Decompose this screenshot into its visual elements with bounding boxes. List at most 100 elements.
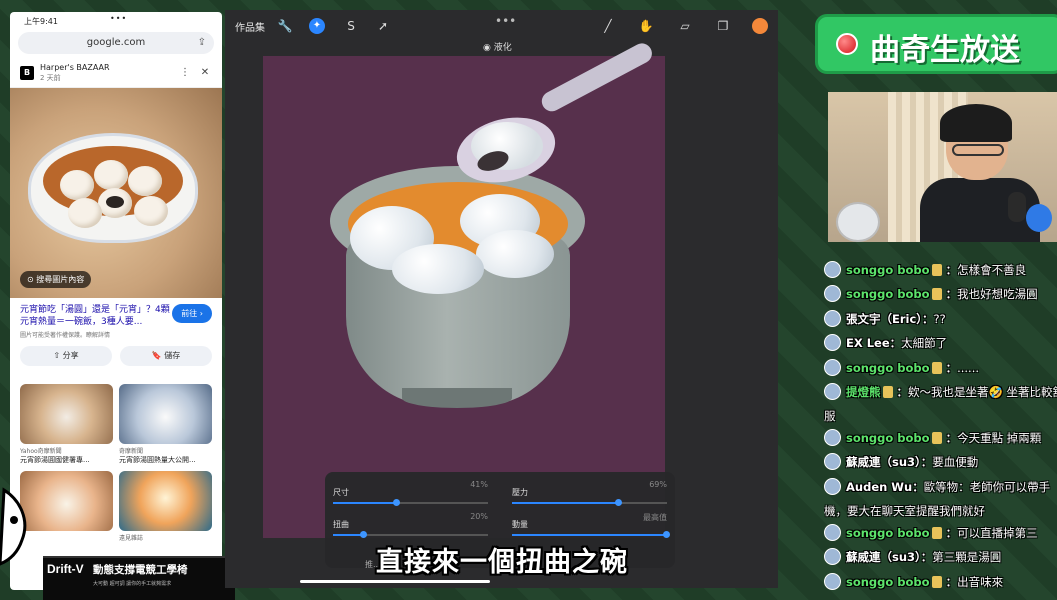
brush-icon[interactable]: ╱ <box>600 18 616 34</box>
visit-button[interactable]: 前往 › <box>172 304 212 323</box>
status-time: 上午9:41 <box>24 17 58 26</box>
share-icon[interactable]: ⇪ <box>198 32 206 54</box>
smudge-icon[interactable]: ✋ <box>638 18 654 34</box>
result-thumb <box>20 384 113 444</box>
source-age: 2 天前 <box>40 73 61 82</box>
microphone <box>1008 192 1026 222</box>
chat-message: 蘇威連（su3）：第三顆是湯圓 <box>824 545 1057 569</box>
share-button[interactable]: ⇧ 分享 <box>20 346 112 366</box>
chat-username: songgo bobo <box>846 287 930 302</box>
chat-text: 要血便動 <box>932 455 979 470</box>
more-vert-icon[interactable]: ⋮ <box>178 67 192 78</box>
chat-separator: ： <box>922 311 934 326</box>
eraser-icon[interactable]: ▱ <box>677 18 693 34</box>
live-record-icon <box>836 33 858 55</box>
chat-username: songgo bobo <box>846 574 930 589</box>
chat-separator: ： <box>945 525 958 540</box>
chat-text: 我也好想吃湯圓 <box>957 287 1038 302</box>
result-source: 遠見雜誌 <box>119 535 144 542</box>
stream-screen: 上午9:41 ••• google.com ⇪ B Harper's BAZAA… <box>0 0 1057 600</box>
color-swatch[interactable] <box>752 18 768 34</box>
slider-label: 扭曲 <box>333 520 349 529</box>
chat-username: 提燈熊 <box>846 384 881 399</box>
chat-separator: ： <box>945 263 958 277</box>
chat-username: 張文宇（Eric） <box>846 311 923 326</box>
slider-value: 69% <box>649 480 667 489</box>
avatar <box>824 358 841 376</box>
avatar <box>824 428 841 446</box>
member-badge-icon <box>931 526 942 539</box>
chat-separator: ： <box>945 287 958 302</box>
source-info: Harper's BAZAAR 2 天前 <box>40 63 172 83</box>
avatar <box>824 572 841 590</box>
slider-value: 20% <box>470 512 488 521</box>
wrench-icon[interactable]: 🔧 <box>277 18 293 34</box>
size-slider[interactable]: 尺寸 41% <box>333 480 488 506</box>
procreate-toolbar: 作品集 🔧 ✦ S ➚ ••• ╱ ✋ ▱ ❐ <box>225 10 778 42</box>
related-results: Yahoo奇摩新聞 元宵節湯圓國健署專... 奇摩新聞 元宵節湯圓熱量大公開..… <box>10 370 222 542</box>
chat-message: 張文宇（Eric）：?? <box>824 307 1057 331</box>
result-thumb <box>119 384 212 444</box>
layers-icon[interactable]: ❐ <box>715 18 731 34</box>
member-badge-icon <box>931 575 942 588</box>
result-caption: 元宵節湯圓國健署專... <box>20 456 90 464</box>
chat-separator: ： <box>945 574 958 589</box>
adjustments-wand-icon[interactable]: ✦ <box>309 18 325 34</box>
member-badge-icon <box>882 385 893 398</box>
drawing-canvas[interactable] <box>263 39 665 538</box>
source-logo: B <box>20 65 34 80</box>
chat-separator: ： <box>896 384 909 399</box>
chat-separator: ： <box>889 336 902 351</box>
more-dots[interactable]: ••• <box>495 14 516 28</box>
chat-username: 蘇威連（su3） <box>846 455 921 470</box>
webcam-feed <box>828 92 1057 242</box>
slider-value: 最高值 <box>643 513 667 522</box>
chat-text: 怎樣會不善良 <box>957 263 1027 277</box>
ad-sub: 大可動 超可調 讓你的手工就夠需求 <box>93 581 172 587</box>
beanie <box>940 104 1012 142</box>
main-result-image[interactable]: ⊙ 搜尋圖片內容 <box>10 88 222 298</box>
source-row: B Harper's BAZAAR 2 天前 ⋮ ✕ <box>10 58 222 88</box>
chat-message: EX Lee：太細節了 <box>824 331 1057 355</box>
fan-object <box>836 202 880 242</box>
transform-arrow-icon[interactable]: ➚ <box>375 18 391 34</box>
liquify-mode-label: ◉ 液化 <box>483 43 512 53</box>
bowl-artwork <box>330 166 585 408</box>
close-icon[interactable]: ✕ <box>198 67 212 78</box>
avatar <box>824 548 841 566</box>
gallery-button[interactable]: 作品集 <box>235 19 265 34</box>
avatar <box>824 477 841 495</box>
result-caption: 元宵節湯圓熱量大公開... <box>119 456 196 464</box>
momentum-slider[interactable]: 動量 最高值 <box>512 512 670 538</box>
chat-separator: ： <box>920 455 933 470</box>
result-card[interactable]: 遠見雜誌 <box>119 471 212 542</box>
avatar <box>824 382 841 400</box>
stream-title-banner: 曲奇生放送 <box>815 14 1057 74</box>
mascot-illustration <box>0 487 27 566</box>
ad-title: 動態支撐電競工學椅 <box>93 564 188 576</box>
plush-toy <box>1026 204 1052 232</box>
result-source: Yahoo奇摩新聞 <box>20 448 62 455</box>
result-source: 奇摩新聞 <box>119 448 144 455</box>
selection-icon[interactable]: S <box>343 18 359 34</box>
slider-label: 尺寸 <box>333 488 349 497</box>
sponsor-ad: Drift-V 動態支撐電競工學椅 大可動 超可調 讓你的手工就夠需求 <box>43 556 235 600</box>
pressure-slider[interactable]: 壓力 69% <box>512 480 667 506</box>
save-button[interactable]: 🔖 儲存 <box>120 346 212 366</box>
chat-text: 今天重點 掉兩顆 <box>957 430 1042 445</box>
distortion-slider[interactable]: 扭曲 20% <box>333 512 488 538</box>
result-card[interactable]: Yahoo奇摩新聞 元宵節湯圓國健署專... <box>20 384 113 465</box>
result-card[interactable]: 奇摩新聞 元宵節湯圓熱量大公開... <box>119 384 212 465</box>
procreate-app: 作品集 🔧 ✦ S ➚ ••• ╱ ✋ ▱ ❐ ◉ 液化 尺寸 41% 壓力 6… <box>225 10 778 588</box>
avatar <box>824 523 841 541</box>
lens-search-button[interactable]: ⊙ 搜尋圖片內容 <box>20 271 92 288</box>
action-row: ⇧ 分享 🔖 儲存 <box>10 342 222 370</box>
chat-message: Auden Wu：歐等物：老師你可以帶手機，要大在聊天室提醒我們就好 <box>824 475 1057 521</box>
address-bar[interactable]: google.com ⇪ <box>18 32 214 54</box>
result-thumb <box>119 471 212 531</box>
chat-text: 太細節了 <box>901 336 948 351</box>
chat-message: songgo bobo ：我也好想吃湯圓 <box>824 282 1057 306</box>
status-dots: ••• <box>110 14 128 23</box>
banner-title: 曲奇生放送 <box>870 33 1020 68</box>
caption-title[interactable]: 元宵節吃「湯圓」還是「元宵」？4顆元宵熱量＝一碗飯，3種人要... <box>20 304 170 328</box>
